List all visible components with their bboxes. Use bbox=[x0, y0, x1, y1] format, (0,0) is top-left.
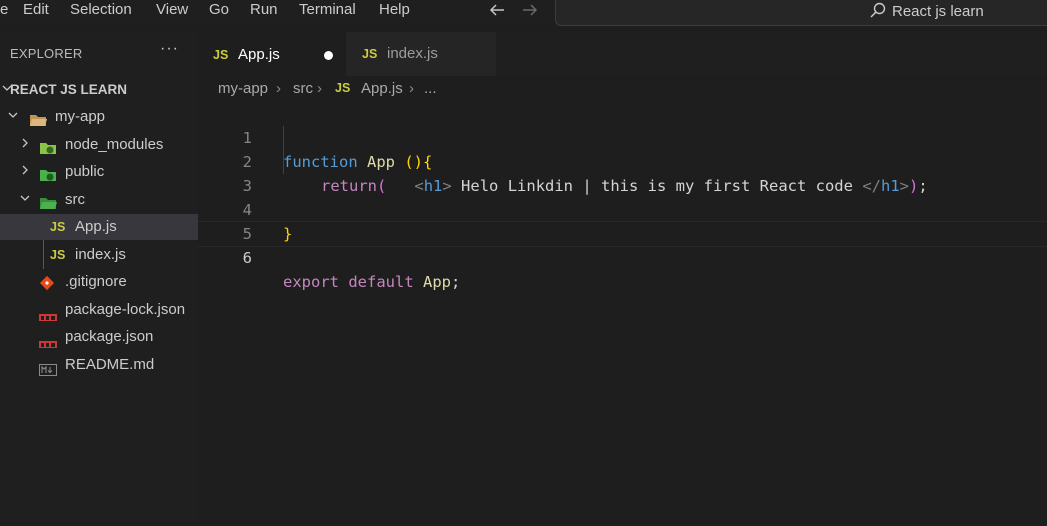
tree-item-my-app[interactable]: my-app bbox=[0, 104, 198, 130]
tab-app-js[interactable]: JS App.js bbox=[198, 32, 346, 77]
editor-tab-bar: JS App.js JS index.js bbox=[198, 32, 1047, 77]
npm-icon bbox=[39, 305, 57, 321]
root-folder-label: REACT JS LEARN bbox=[10, 82, 128, 97]
menu-file[interactable]: e bbox=[0, 1, 8, 18]
code-line[interactable]: 4 } bbox=[198, 174, 1047, 243]
folder-open-icon bbox=[29, 110, 47, 126]
menu-go[interactable]: Go bbox=[209, 1, 229, 18]
code-line[interactable]: 2 return( <h1> Helo Linkdin | this is my… bbox=[198, 126, 1047, 195]
code-line[interactable]: 3 bbox=[198, 150, 1047, 195]
code-line[interactable]: 5 bbox=[198, 198, 1047, 243]
tab-index-js[interactable]: JS index.js bbox=[346, 32, 496, 76]
breadcrumb-item[interactable]: my-app bbox=[218, 80, 268, 97]
menu-edit[interactable]: Edit bbox=[23, 1, 49, 18]
tree-item-readme[interactable]: README.md bbox=[0, 352, 198, 378]
chevron-right-icon: › bbox=[317, 80, 322, 97]
breadcrumb-item[interactable]: ... bbox=[424, 80, 437, 97]
chevron-down-icon bbox=[18, 187, 32, 213]
menu-terminal[interactable]: Terminal bbox=[299, 1, 356, 18]
tree-label: public bbox=[65, 163, 105, 180]
code-line-current[interactable]: 6 export default App; bbox=[198, 221, 1047, 291]
js-file-icon: JS bbox=[50, 220, 66, 234]
menu-selection[interactable]: Selection bbox=[70, 1, 132, 18]
tree-label: .gitignore bbox=[65, 273, 127, 290]
menu-run[interactable]: Run bbox=[250, 1, 278, 18]
line-number: 6 bbox=[242, 249, 252, 267]
menu-help[interactable]: Help bbox=[379, 1, 410, 18]
chevron-right-icon: › bbox=[276, 80, 281, 97]
chevron-down-icon bbox=[6, 104, 20, 130]
tree-label: App.js bbox=[75, 218, 117, 235]
title-bar: e Edit Selection View Go Run Terminal He… bbox=[0, 0, 1047, 26]
unsaved-dot-icon[interactable] bbox=[324, 51, 333, 60]
tree-label: node_modules bbox=[65, 136, 164, 153]
tab-label: App.js bbox=[238, 46, 280, 63]
tree-label: my-app bbox=[55, 108, 106, 125]
js-file-icon: JS bbox=[335, 81, 351, 95]
node-folder-icon bbox=[39, 138, 57, 154]
tree-item-gitignore[interactable]: .gitignore bbox=[0, 269, 198, 295]
git-icon bbox=[39, 274, 57, 291]
tree-label: index.js bbox=[75, 246, 126, 263]
command-center-search[interactable]: React js learn bbox=[555, 0, 1047, 26]
menu-view[interactable]: View bbox=[156, 1, 188, 18]
breadcrumb-item[interactable]: src bbox=[293, 80, 313, 97]
tree-item-public[interactable]: public bbox=[0, 159, 198, 185]
tab-label: index.js bbox=[387, 45, 438, 62]
tree-label: package.json bbox=[65, 328, 154, 345]
command-center-label: React js learn bbox=[892, 3, 984, 20]
tree-item-app-js[interactable]: JS App.js bbox=[0, 214, 198, 240]
tree-item-package-lock[interactable]: package-lock.json bbox=[0, 297, 198, 323]
tree-item-node-modules[interactable]: node_modules bbox=[0, 132, 198, 158]
public-folder-icon bbox=[39, 165, 57, 181]
js-file-icon: JS bbox=[50, 248, 66, 262]
tree-item-index-js[interactable]: JS index.js bbox=[0, 242, 198, 268]
markdown-icon bbox=[39, 359, 57, 376]
code-editor[interactable]: 1 function App (){ 2 return( <h1> Helo L… bbox=[198, 102, 1047, 526]
more-actions-icon[interactable]: ··· bbox=[160, 40, 179, 58]
arrow-right-icon[interactable] bbox=[520, 0, 540, 25]
tree-item-src[interactable]: src bbox=[0, 187, 198, 213]
tree-label: README.md bbox=[65, 356, 155, 373]
code-text: export default App; bbox=[283, 273, 461, 291]
js-file-icon: JS bbox=[362, 47, 378, 61]
npm-icon bbox=[39, 332, 57, 348]
chevron-right-icon bbox=[18, 132, 32, 158]
tree-item-package-json[interactable]: package.json bbox=[0, 324, 198, 350]
chevron-right-icon: › bbox=[409, 80, 414, 97]
explorer-sidebar: EXPLORER ··· REACT JS LEARN my-app node_… bbox=[0, 32, 198, 526]
chevron-right-icon bbox=[18, 159, 32, 185]
tree-label: package-lock.json bbox=[65, 301, 186, 318]
js-file-icon: JS bbox=[213, 48, 229, 62]
tree-root-folder[interactable]: REACT JS LEARN bbox=[0, 77, 198, 103]
explorer-title: EXPLORER bbox=[10, 46, 83, 61]
search-icon bbox=[869, 1, 887, 19]
code-line[interactable]: 1 function App (){ bbox=[198, 102, 1047, 171]
tree-label: src bbox=[65, 191, 85, 208]
breadcrumb-item[interactable]: App.js bbox=[361, 80, 403, 97]
arrow-left-icon[interactable] bbox=[487, 0, 507, 25]
src-folder-icon bbox=[39, 193, 57, 209]
